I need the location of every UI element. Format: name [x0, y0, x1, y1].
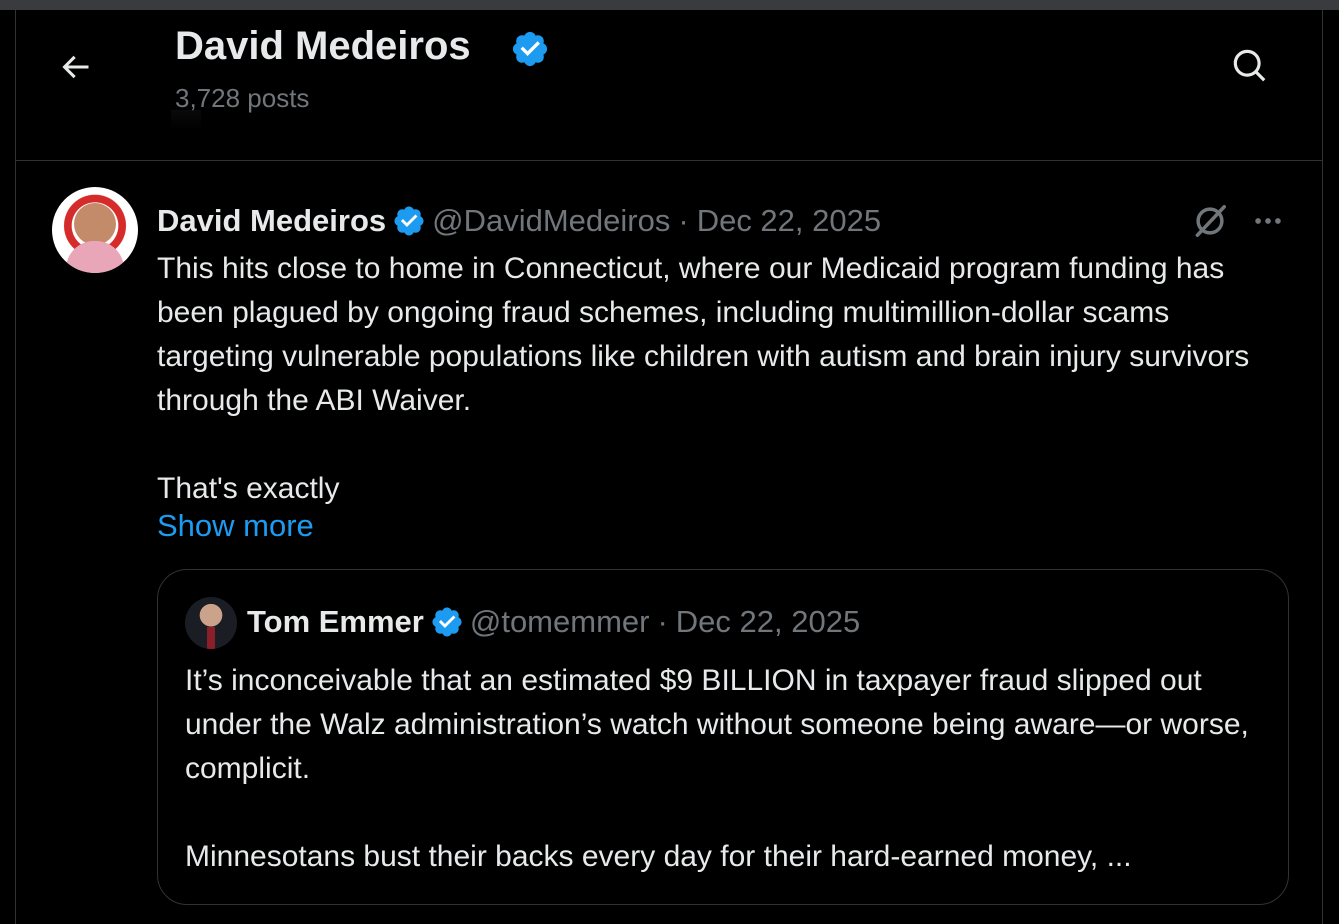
- quoted-text-paragraph: It’s inconceivable that an estimated $9 …: [185, 664, 1249, 785]
- post-text-paragraph: That's exactly: [157, 472, 340, 505]
- post-author-name[interactable]: David Medeiros: [157, 203, 386, 239]
- window-top-strip: [0, 0, 1339, 10]
- quoted-author-name[interactable]: Tom Emmer: [247, 604, 424, 640]
- post-header: David Medeiros @DavidMedeiros · Dec 22, …: [157, 201, 881, 241]
- quoted-text-paragraph: Minnesotans bust their backs every day f…: [185, 840, 1132, 873]
- header-post-count: 3,728 posts: [175, 83, 310, 113]
- avatar-tie: [207, 627, 215, 649]
- quoted-date[interactable]: Dec 22, 2025: [676, 604, 860, 640]
- verified-badge-icon: [392, 204, 426, 238]
- post-text: This hits close to home in Connecticut, …: [157, 247, 1277, 511]
- more-horizontal-icon: [1255, 218, 1281, 224]
- separator-dot: ·: [678, 203, 689, 238]
- separator-dot: ·: [657, 604, 668, 639]
- back-button[interactable]: [54, 46, 96, 88]
- avatar[interactable]: [185, 597, 237, 649]
- show-more-link[interactable]: Show more: [157, 508, 314, 544]
- verified-badge-icon: [430, 605, 464, 639]
- grok-button[interactable]: [1188, 199, 1232, 243]
- post-date[interactable]: Dec 22, 2025: [697, 203, 881, 239]
- verified-badge-icon: [510, 29, 550, 74]
- avatar-face: [74, 203, 116, 245]
- avatar[interactable]: [52, 187, 138, 273]
- post-article[interactable]: David Medeiros @DavidMedeiros · Dec 22, …: [16, 161, 1322, 924]
- timeline-column: David Medeiros 3,728 posts David Medeiro…: [15, 10, 1323, 924]
- arrow-left-icon: [62, 55, 89, 79]
- quoted-post-header: Tom Emmer @tomemmer · Dec 22, 2025: [247, 602, 860, 642]
- quoted-post[interactable]: Tom Emmer @tomemmer · Dec 22, 2025 It’s …: [157, 569, 1289, 905]
- header-title: David Medeiros: [175, 24, 471, 68]
- quoted-text-spacer: [185, 791, 1265, 835]
- post-text-spacer: [157, 423, 1277, 467]
- quoted-handle[interactable]: @tomemmer: [470, 604, 650, 640]
- avatar-shirt: [66, 241, 124, 273]
- search-icon: [1233, 49, 1266, 82]
- quoted-post-text: It’s inconceivable that an estimated $9 …: [185, 659, 1265, 879]
- search-button[interactable]: [1228, 44, 1272, 88]
- post-text-paragraph: This hits close to home in Connecticut, …: [157, 252, 1250, 417]
- profile-header: David Medeiros 3,728 posts: [16, 10, 1322, 161]
- grok-icon: [1195, 205, 1226, 237]
- more-options-button[interactable]: [1246, 199, 1290, 243]
- post-handle[interactable]: @DavidMedeiros: [432, 203, 670, 239]
